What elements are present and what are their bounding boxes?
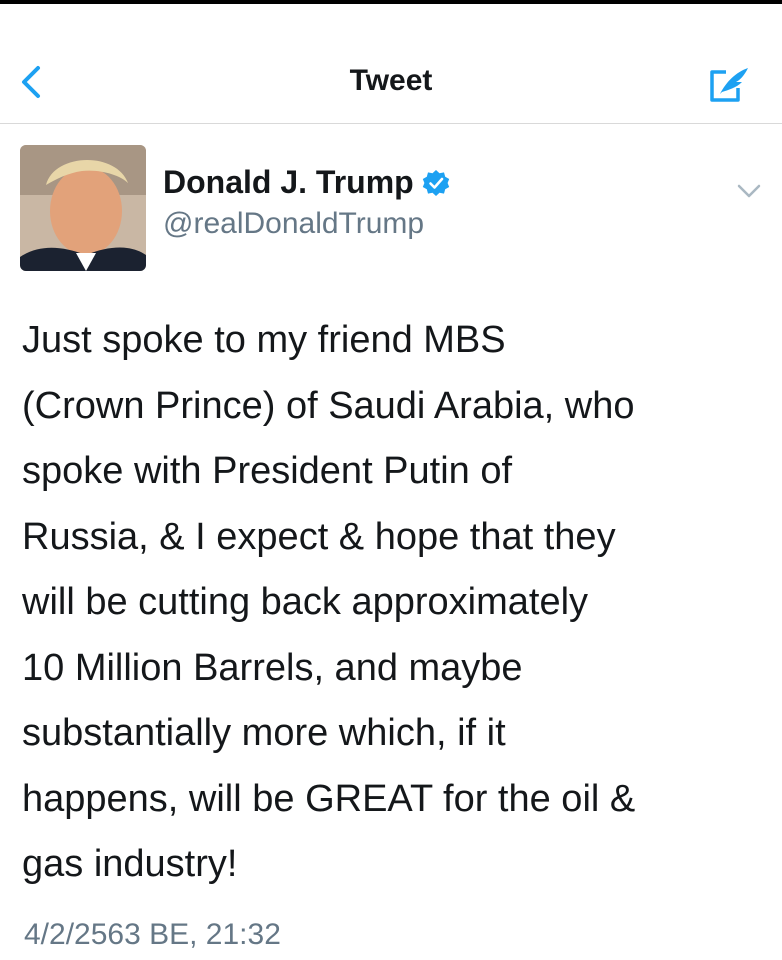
tweet-text-line: Russia, & I expect & hope that they (22, 515, 616, 558)
author-name[interactable]: Donald J. Trump (163, 164, 414, 201)
compose-tweet-button[interactable] (706, 64, 752, 104)
profile-photo-icon (20, 145, 146, 271)
tweet-text-line: happens, will be GREAT for the oil & (22, 777, 636, 820)
tweet-text-line: substantially more which, if it (22, 712, 506, 754)
tweet-text-line: spoke with President Putin of (22, 450, 513, 492)
tweet-author[interactable]: Donald J. Trump @realDonaldTrump (163, 164, 450, 241)
tweet-text-line: will be cutting back approximately (22, 581, 589, 623)
verified-badge-icon (422, 169, 449, 196)
author-handle[interactable]: @realDonaldTrump (163, 207, 450, 241)
tweet-text-line: gas industry! (22, 843, 238, 885)
tweet-text: Just spoke to my friend MBS (Crown Princ… (22, 308, 767, 898)
page-title: Tweet (349, 64, 433, 97)
navigation-header: Tweet (0, 4, 782, 124)
tweet-text-line: Just spoke to my friend MBS (22, 319, 506, 361)
tweet-text-line: 10 Million Barrels, and maybe (22, 646, 523, 689)
tweet-text-line: (Crown Prince) of Saudi Arabia, who (22, 384, 635, 427)
chevron-down-icon (737, 184, 761, 198)
avatar[interactable] (20, 145, 146, 271)
author-name-row: Donald J. Trump (163, 164, 450, 201)
tweet-timestamp[interactable]: 4/2/2563 BE, 21:32 (24, 918, 281, 952)
compose-tweet-icon (710, 68, 748, 102)
tweet-options-button[interactable] (734, 180, 764, 202)
